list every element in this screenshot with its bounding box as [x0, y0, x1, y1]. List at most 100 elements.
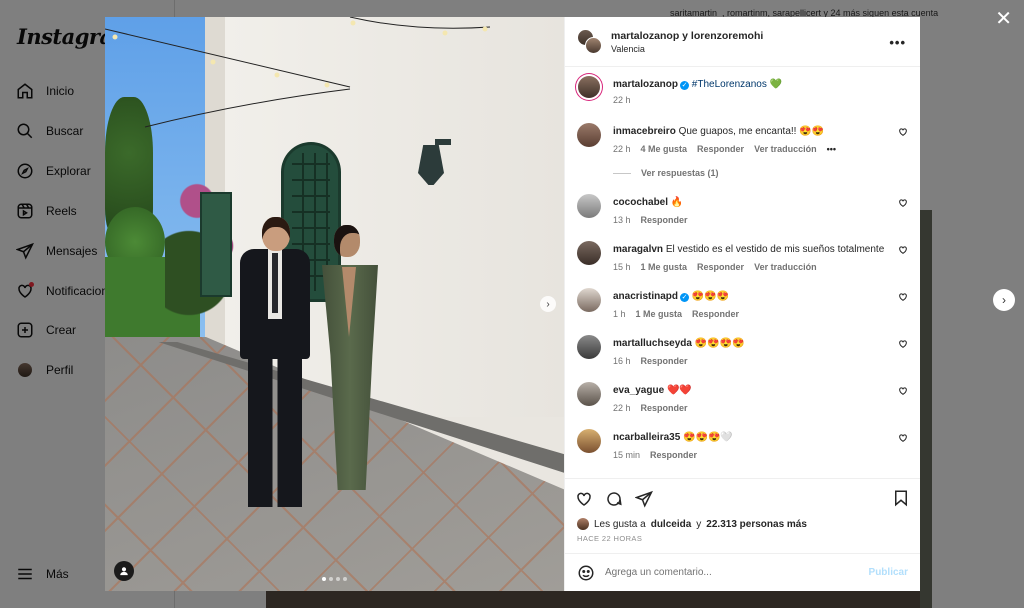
- comment-username[interactable]: maragalvn: [613, 244, 663, 255]
- comment-likes[interactable]: 4 Me gusta: [641, 144, 688, 154]
- comment-likes[interactable]: 1 Me gusta: [636, 309, 683, 319]
- view-replies-button[interactable]: Ver respuestas (1): [613, 168, 908, 178]
- comment-input[interactable]: [605, 567, 859, 578]
- post-timestamp: HACE 22 HORAS: [577, 534, 643, 543]
- like-heart-icon[interactable]: [575, 490, 593, 508]
- comment-more-icon[interactable]: •••: [827, 144, 836, 154]
- more-options-icon[interactable]: •••: [889, 35, 906, 50]
- like-comment-heart-icon[interactable]: [898, 245, 908, 255]
- photo-woman: [320, 223, 380, 510]
- comment-time: 22 h: [613, 144, 631, 154]
- comment-username[interactable]: ncarballeira35: [613, 432, 680, 443]
- emoji-icon[interactable]: [577, 564, 595, 582]
- reply-button[interactable]: Responder: [650, 450, 697, 460]
- like-comment-heart-icon[interactable]: [898, 386, 908, 396]
- like-comment-heart-icon[interactable]: [898, 339, 908, 349]
- verified-badge-icon: ✓: [680, 293, 690, 302]
- comment-text: 😍😍😍: [691, 291, 730, 302]
- photo-man: [240, 217, 310, 512]
- translate-button[interactable]: Ver traducción: [754, 262, 817, 272]
- comment-text: 😍😍😍😍: [694, 338, 745, 349]
- comment-text: El vestido es el vestido de mis sueños t…: [665, 244, 885, 255]
- post-panel: martalozanop y lorenzoremohi Valencia ••…: [564, 17, 920, 591]
- post-actions: [565, 478, 920, 518]
- reply-button[interactable]: Responder: [641, 403, 688, 413]
- comment-icon[interactable]: [605, 490, 623, 508]
- close-icon[interactable]: ✕: [995, 9, 1012, 29]
- avatar: [577, 518, 589, 530]
- avatar[interactable]: [577, 194, 601, 218]
- avatar[interactable]: [577, 123, 601, 147]
- comment-item: maragalvn El vestido es el vestido de mi…: [577, 241, 908, 272]
- comment-username[interactable]: cocochabel: [613, 197, 668, 208]
- comment-item: anacristinapd ✓ 😍😍😍 1 h 1 Me gusta Respon…: [577, 288, 908, 319]
- chevron-right-icon: ›: [546, 298, 550, 310]
- comment-username[interactable]: eva_yague: [613, 385, 664, 396]
- comment-text: Que guapos, me encanta!! 😍😍: [678, 126, 825, 137]
- user-icon: [120, 567, 128, 576]
- comment-username[interactable]: martalluchseyda: [613, 338, 692, 349]
- caption-hashtag[interactable]: #TheLorenzanos: [692, 79, 767, 90]
- reply-button[interactable]: Responder: [697, 144, 744, 154]
- comment-text: 🔥: [670, 197, 684, 208]
- avatar[interactable]: [578, 76, 600, 98]
- reply-button[interactable]: Responder: [697, 262, 744, 272]
- publish-button[interactable]: Publicar: [869, 567, 908, 578]
- like-comment-heart-icon[interactable]: [898, 292, 908, 302]
- comment-time: 22 h: [613, 403, 631, 413]
- carousel-dot: [336, 577, 340, 581]
- comment-text: 😍😍😍🤍: [683, 432, 733, 443]
- likes-prefix: Les gusta a: [594, 518, 646, 530]
- likes-conjunction: y: [696, 518, 702, 530]
- post-authors[interactable]: martalozanop y lorenzoremohi: [611, 30, 763, 42]
- next-post-button[interactable]: ›: [993, 289, 1015, 311]
- likes-summary[interactable]: Les gusta a dulceida y 22.313 personas m…: [565, 518, 920, 530]
- tagged-users-button[interactable]: [114, 561, 134, 581]
- post-caption: martalozanop ✓ #TheLorenzanos 💚 22 h: [577, 75, 908, 105]
- comment-item: cocochabel 🔥 13 h Responder: [577, 194, 908, 225]
- reply-button[interactable]: Responder: [641, 356, 688, 366]
- photo-lamp-arm: [435, 139, 451, 145]
- chevron-right-icon: ›: [1002, 293, 1006, 307]
- reply-button[interactable]: Responder: [641, 215, 688, 225]
- avatar[interactable]: [577, 288, 601, 312]
- carousel-dot: [322, 577, 326, 581]
- caption-username[interactable]: martalozanop: [613, 79, 678, 90]
- caption-emoji: 💚: [769, 79, 783, 90]
- photo-string-lights: [105, 17, 491, 128]
- like-comment-heart-icon[interactable]: [898, 198, 908, 208]
- next-photo-button[interactable]: ›: [540, 296, 556, 312]
- comment-username[interactable]: anacristinapd: [613, 291, 678, 302]
- share-icon[interactable]: [635, 490, 653, 508]
- comment-time: 15 min: [613, 450, 641, 460]
- collab-avatars[interactable]: [577, 28, 603, 55]
- like-comment-heart-icon[interactable]: [898, 433, 908, 443]
- avatar[interactable]: [577, 241, 601, 265]
- likes-count[interactable]: 22.313 personas más: [706, 519, 807, 530]
- comment-likes[interactable]: 1 Me gusta: [641, 262, 688, 272]
- caption-time: 22 h: [613, 95, 631, 105]
- reply-button[interactable]: Responder: [692, 309, 739, 319]
- comment-item: martalluchseyda 😍😍😍😍 16 h Responder: [577, 335, 908, 366]
- carousel-dot: [343, 577, 347, 581]
- likes-user[interactable]: dulceida: [651, 519, 692, 530]
- comments-list[interactable]: martalozanop ✓ #TheLorenzanos 💚 22 h inma…: [565, 67, 920, 478]
- comment-time: 15 h: [613, 262, 631, 272]
- view-replies-label: Ver respuestas (1): [641, 168, 719, 178]
- comment-item: ncarballeira35 😍😍😍🤍 15 min Responder: [577, 429, 908, 460]
- post-photo[interactable]: ›: [105, 17, 564, 591]
- avatar[interactable]: [577, 382, 601, 406]
- avatar[interactable]: [577, 429, 601, 453]
- translate-button[interactable]: Ver traducción: [754, 144, 817, 154]
- post-header: martalozanop y lorenzoremohi Valencia ••…: [565, 17, 920, 67]
- post-modal: › martalozanop y lorenzoremohi Valencia …: [105, 17, 920, 591]
- carousel-dot: [329, 577, 333, 581]
- avatar[interactable]: [577, 335, 601, 359]
- comment-time: 16 h: [613, 356, 631, 366]
- comment-username[interactable]: inmacebreiro: [613, 126, 676, 137]
- comment-time: 1 h: [613, 309, 626, 319]
- like-comment-heart-icon[interactable]: [898, 127, 908, 137]
- post-location[interactable]: Valencia: [611, 44, 763, 54]
- photo-window-left: [200, 192, 232, 297]
- bookmark-icon[interactable]: [892, 489, 910, 507]
